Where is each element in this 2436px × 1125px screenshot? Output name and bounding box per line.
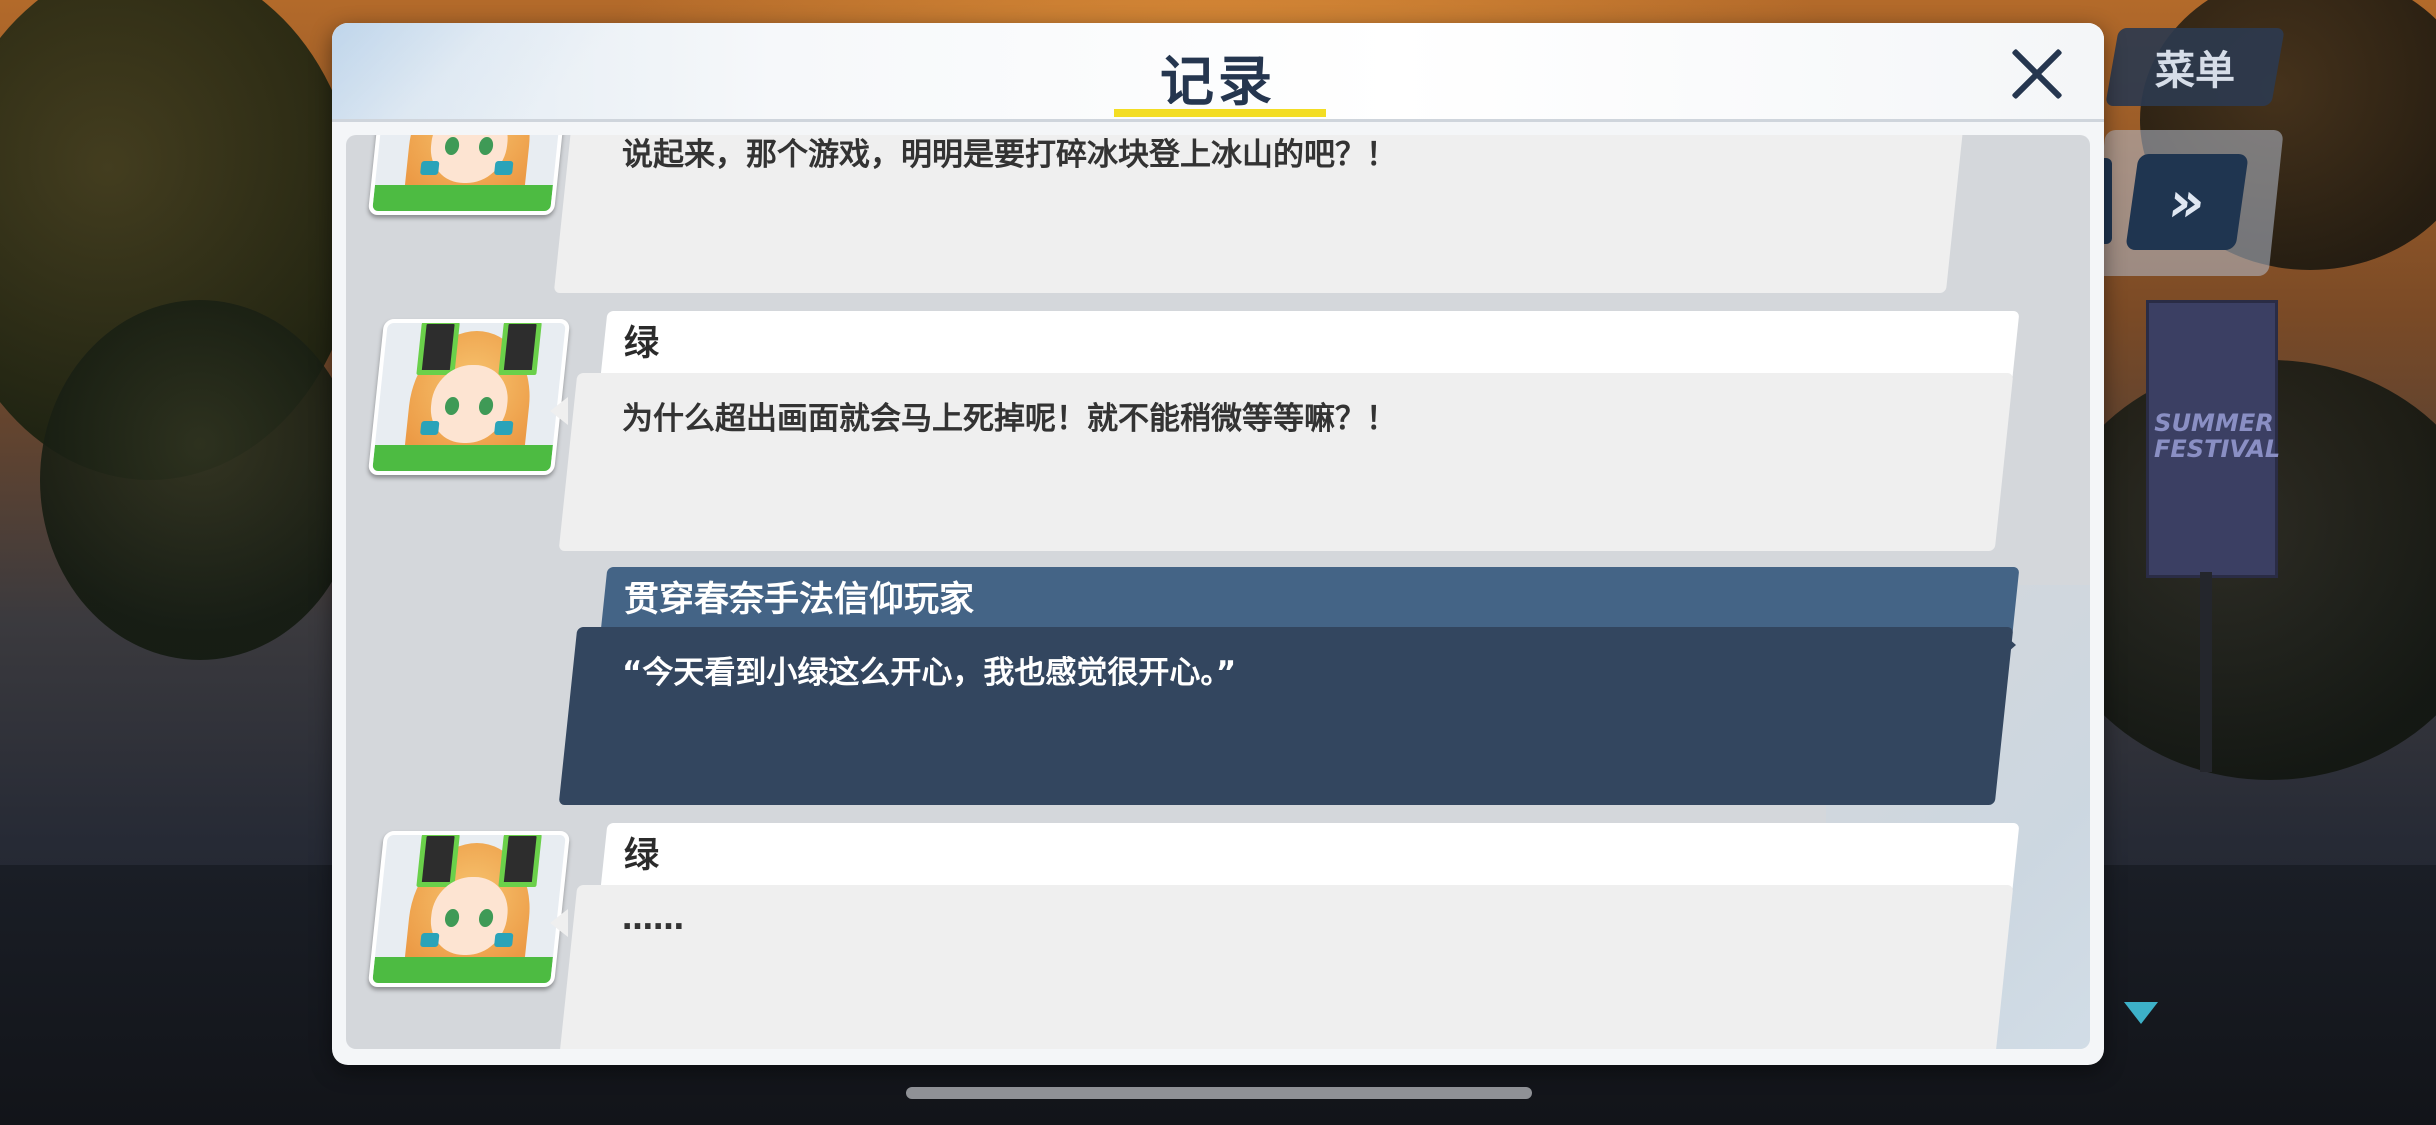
next-indicator-icon (2124, 1002, 2158, 1024)
bubble-pointer (2000, 631, 2016, 659)
title-underline (1114, 109, 1326, 117)
avatar-midori (367, 319, 571, 475)
speaker-tab (600, 823, 2020, 889)
fast-forward-icon: » (2164, 169, 2210, 235)
log-header: 记录 (332, 23, 2104, 119)
festival-banner-text: SUMMER FESTIVAL (2154, 409, 2281, 463)
player-dialogue-text: “今天看到小绿这么开心，我也感觉很开心。” (622, 655, 1237, 691)
speaker-tab (600, 311, 2020, 377)
home-indicator[interactable] (906, 1087, 1532, 1099)
dialogue-text: 说起来，那个游戏，明明是要打碎冰块登上冰山的吧？！ (622, 137, 1397, 173)
bubble-pointer (550, 909, 568, 937)
player-speaker-name: 贯穿春奈手法信仰玩家 (624, 580, 975, 620)
avatar-midori (367, 831, 571, 987)
dialogue-text: 为什么超出画面就会马上死掉呢！就不能稍微等等嘛？！ (622, 401, 1397, 437)
log-list[interactable]: 说起来，那个游戏，明明是要打碎冰块登上冰山的吧？！ 绿 为什么超出画面就会马上死… (346, 135, 2090, 1049)
header-divider (332, 119, 2104, 122)
log-title: 记录 (1160, 50, 1276, 113)
tree-silhouette (40, 300, 360, 660)
dialogue-bubble (558, 885, 2014, 1049)
avatar-midori (367, 135, 571, 215)
speaker-name: 绿 (624, 836, 660, 876)
menu-button[interactable]: 菜单 (2112, 28, 2278, 106)
dialogue-text: …… (622, 901, 684, 937)
close-icon[interactable] (2004, 39, 2072, 107)
log-modal: 记录 说起来，那个游戏，明明是要打碎冰块登上冰山的吧？！ 绿 为什么超出画面就会… (332, 23, 2104, 1065)
bubble-pointer (550, 397, 568, 425)
fast-forward-button[interactable]: » (2125, 154, 2249, 250)
banner-pole (2200, 572, 2212, 772)
speaker-name: 绿 (624, 324, 660, 364)
